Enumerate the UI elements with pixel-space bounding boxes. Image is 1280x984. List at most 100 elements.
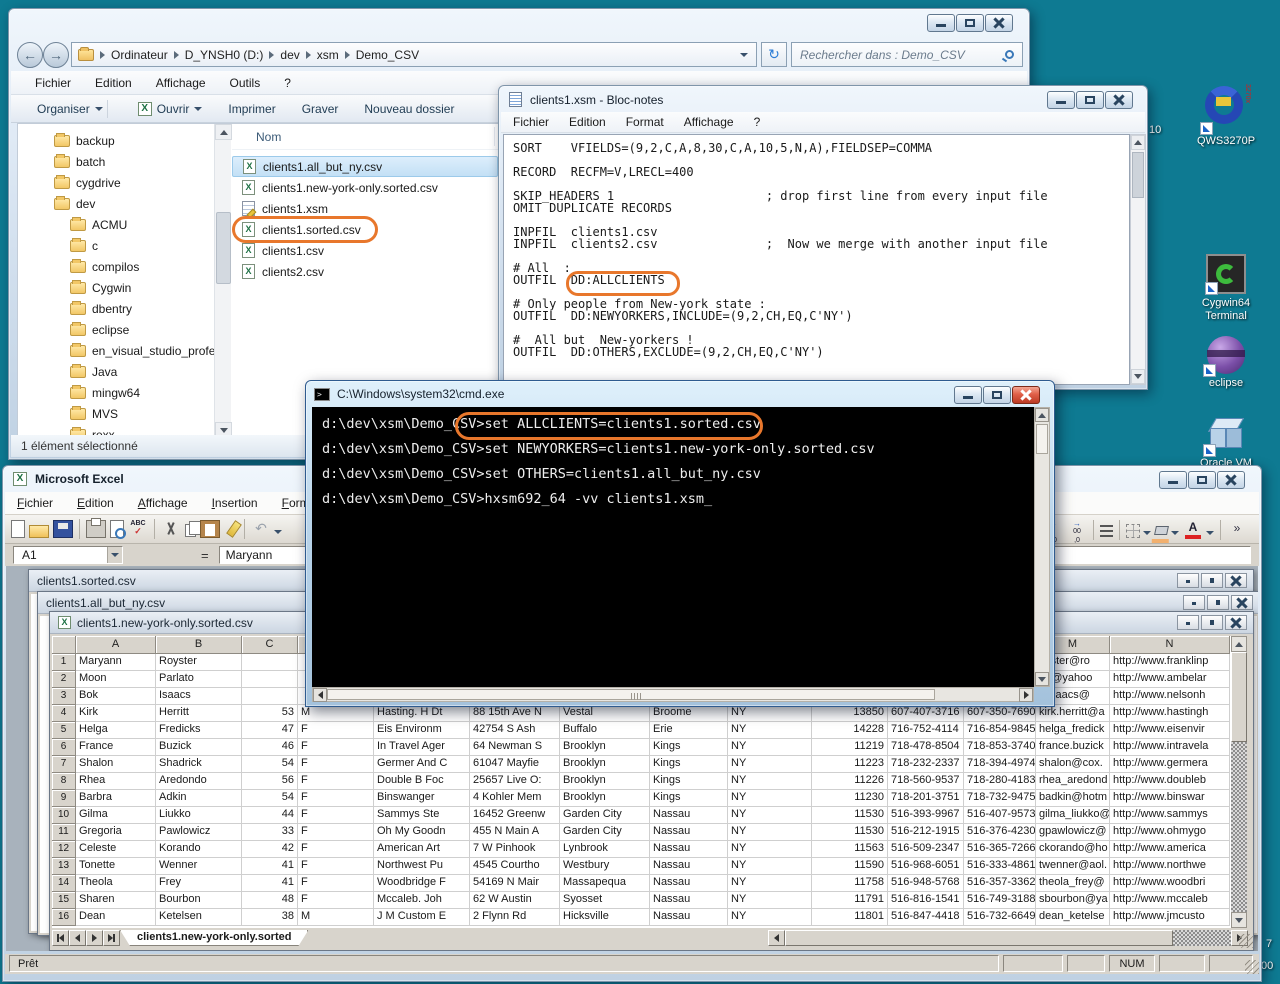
print-icon[interactable]: [86, 520, 106, 538]
cell[interactable]: NY: [728, 722, 812, 739]
cell[interactable]: Massapequa: [560, 875, 650, 892]
menu-item[interactable]: ?: [754, 115, 761, 129]
cell[interactable]: Royster: [156, 654, 242, 671]
cell[interactable]: F: [298, 824, 374, 841]
row-number[interactable]: 1: [52, 654, 76, 671]
cell[interactable]: theola_frey@: [1036, 875, 1110, 892]
cell[interactable]: Sammys Ste: [374, 807, 470, 824]
cell[interactable]: Lynbrook: [560, 841, 650, 858]
cell[interactable]: 516-749-3188: [964, 892, 1036, 909]
cell[interactable]: Sharen: [76, 892, 156, 909]
cell[interactable]: http://www.woodbri: [1110, 875, 1230, 892]
cell[interactable]: 516-948-5768: [888, 875, 964, 892]
cell[interactable]: 48: [242, 892, 298, 909]
cell[interactable]: Kirk: [76, 705, 156, 722]
next-sheet-button[interactable]: [86, 930, 103, 946]
cell[interactable]: 516-732-6649: [964, 909, 1036, 926]
cell[interactable]: Isaacs: [156, 688, 242, 705]
cell[interactable]: 13850: [812, 705, 888, 722]
cell[interactable]: Kings: [650, 756, 728, 773]
minimize-button[interactable]: [1159, 471, 1187, 489]
cell[interactable]: F: [298, 841, 374, 858]
cell[interactable]: Brooklyn: [560, 773, 650, 790]
cell[interactable]: Nassau: [650, 824, 728, 841]
cell[interactable]: Vestal: [560, 705, 650, 722]
cell[interactable]: 11530: [812, 824, 888, 841]
cell[interactable]: Westbury: [560, 858, 650, 875]
cell[interactable]: 718-853-3740: [964, 739, 1036, 756]
cell[interactable]: 11219: [812, 739, 888, 756]
cell[interactable]: Gilma: [76, 807, 156, 824]
cell[interactable]: 33: [242, 824, 298, 841]
cell[interactable]: Bourbon: [156, 892, 242, 909]
cell[interactable]: France: [76, 739, 156, 756]
cell[interactable]: 42: [242, 841, 298, 858]
close-button[interactable]: [1105, 91, 1133, 109]
cell[interactable]: 11223: [812, 756, 888, 773]
row-number[interactable]: 16: [52, 909, 76, 926]
paste-icon[interactable]: [200, 520, 220, 538]
cell[interactable]: 11801: [812, 909, 888, 926]
cell[interactable]: Fredicks: [156, 722, 242, 739]
tree-item[interactable]: ACMU: [18, 214, 214, 235]
cell[interactable]: 718-732-9475: [964, 790, 1036, 807]
cell[interactable]: Nassau: [650, 807, 728, 824]
cell[interactable]: Hasting. H Dt: [374, 705, 470, 722]
close-button[interactable]: [1217, 471, 1245, 489]
file-row[interactable]: clients1.new-york-only.sorted.csv: [232, 177, 498, 198]
format-painter-icon[interactable]: [226, 520, 242, 538]
cell[interactable]: 4545 Courtho: [470, 858, 560, 875]
cell[interactable]: Brooklyn: [560, 790, 650, 807]
more-buttons-icon[interactable]: »: [1227, 521, 1247, 539]
scroll-down-icon[interactable]: [220, 428, 228, 433]
cell[interactable]: Kings: [650, 773, 728, 790]
cell[interactable]: twenner@aol.: [1036, 858, 1110, 875]
cell[interactable]: http://www.ambelar: [1110, 671, 1230, 688]
notepad-scrollbar[interactable]: [1130, 134, 1146, 385]
cell[interactable]: NY: [728, 858, 812, 875]
cell[interactable]: 516-357-3362: [964, 875, 1036, 892]
cell[interactable]: 11226: [812, 773, 888, 790]
fill-color-icon[interactable]: [1154, 526, 1169, 535]
cell[interactable]: NY: [728, 841, 812, 858]
cell[interactable]: 61047 Mayfie: [470, 756, 560, 773]
cell[interactable]: 54: [242, 756, 298, 773]
close-button[interactable]: [1225, 573, 1247, 588]
cell[interactable]: 716-752-4114: [888, 722, 964, 739]
close-button[interactable]: [1012, 386, 1040, 404]
cell[interactable]: 516-509-2347: [888, 841, 964, 858]
cell[interactable]: 718-280-4183: [964, 773, 1036, 790]
cell[interactable]: Brooklyn: [560, 756, 650, 773]
cell[interactable]: NY: [728, 790, 812, 807]
console-output[interactable]: d:\dev\xsm\Demo_CSV>set ALLCLIENTS=clien…: [312, 407, 1034, 687]
maximize-button[interactable]: [983, 386, 1011, 404]
scrollbar-thumb[interactable]: [327, 689, 935, 700]
cell[interactable]: NY: [728, 824, 812, 841]
cell[interactable]: http://www.northwe: [1110, 858, 1230, 875]
cell[interactable]: http://www.franklinp: [1110, 654, 1230, 671]
cell[interactable]: Shadrick: [156, 756, 242, 773]
cell[interactable]: http://www.jmcusto: [1110, 909, 1230, 926]
cell[interactable]: Adkin: [156, 790, 242, 807]
print-button[interactable]: Imprimer: [228, 102, 275, 116]
row-number[interactable]: 14: [52, 875, 76, 892]
cell[interactable]: http://www.intravela: [1110, 739, 1230, 756]
cell[interactable]: Binswanger: [374, 790, 470, 807]
tree-item[interactable]: dev: [18, 193, 214, 214]
cell[interactable]: Gregoria: [76, 824, 156, 841]
breadcrumb-segment[interactable]: Demo_CSV: [339, 48, 419, 62]
cell[interactable]: Parlato: [156, 671, 242, 688]
breadcrumb[interactable]: OrdinateurD_YNSH0 (D:)devxsmDemo_CSV: [71, 42, 757, 67]
cell[interactable]: 88 15th Ave N: [470, 705, 560, 722]
cell[interactable]: 16452 Greenw: [470, 807, 560, 824]
cell[interactable]: Liukko: [156, 807, 242, 824]
cell[interactable]: 11563: [812, 841, 888, 858]
scroll-up-icon[interactable]: [1134, 140, 1142, 145]
maximize-button[interactable]: [1076, 91, 1104, 109]
refresh-button[interactable]: ↻: [761, 42, 787, 67]
cell[interactable]: F: [298, 892, 374, 909]
cell[interactable]: 718-560-9537: [888, 773, 964, 790]
maximize-button[interactable]: [1201, 573, 1223, 588]
menu-item[interactable]: Affichage: [156, 76, 206, 90]
prev-sheet-button[interactable]: [69, 930, 86, 946]
